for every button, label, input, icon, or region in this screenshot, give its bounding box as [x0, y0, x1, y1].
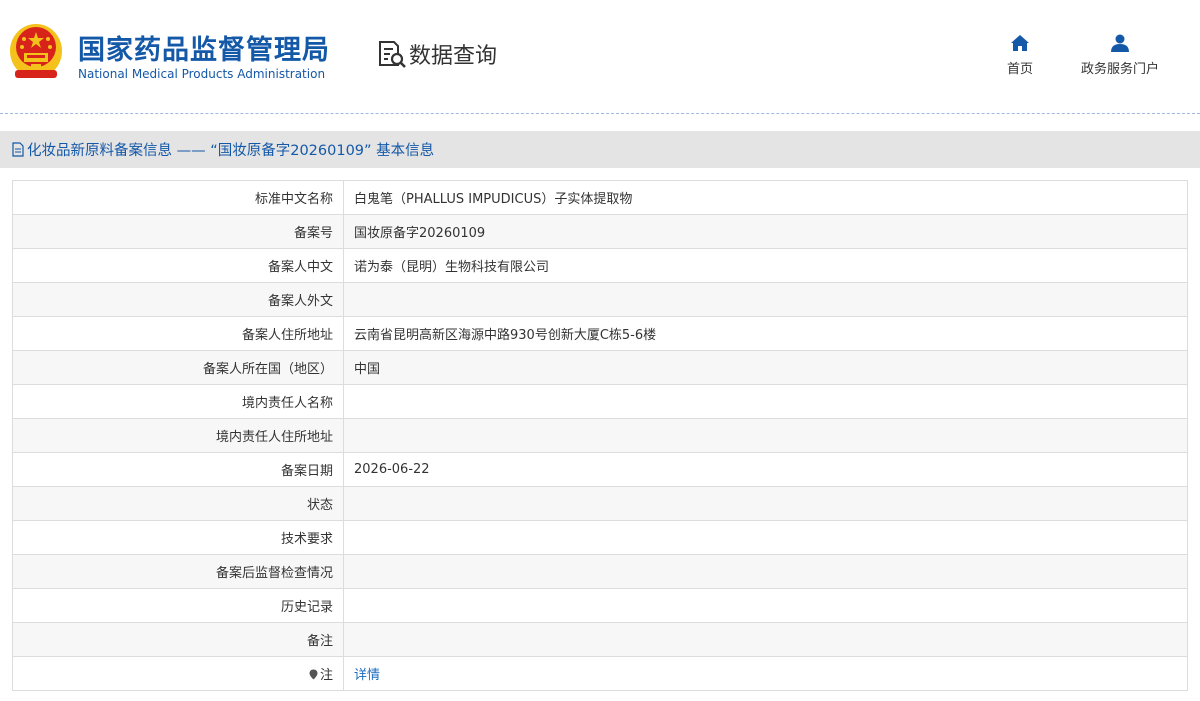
table-row: 备案人所在国（地区） 中国	[12, 350, 1188, 385]
table-row: 备注	[12, 622, 1188, 657]
row-value	[343, 418, 1188, 453]
row-value	[343, 554, 1188, 589]
row-label: 备案号	[12, 214, 344, 249]
row-label: 备案人住所地址	[12, 316, 344, 351]
row-label: 备案日期	[12, 452, 344, 487]
row-value: 国妆原备字20260109	[343, 214, 1188, 249]
row-label: 备案人外文	[12, 282, 344, 317]
data-query-label: 数据查询	[409, 44, 498, 69]
table-row: 备案人住所地址 云南省昆明高新区海源中路930号创新大厦C栋5-6楼	[12, 316, 1188, 351]
row-value	[343, 622, 1188, 657]
row-value: 白鬼笔（PHALLUS IMPUDICUS）子实体提取物	[343, 180, 1188, 215]
table-row: 状态	[12, 486, 1188, 521]
row-label: 历史记录	[12, 588, 344, 623]
row-value: 诺为泰（昆明）生物科技有限公司	[343, 248, 1188, 283]
row-label: 备注	[12, 622, 344, 657]
row-value	[343, 384, 1188, 419]
table-row: 境内责任人名称	[12, 384, 1188, 419]
home-icon	[1011, 35, 1029, 51]
header: 国家药品监督管理局 National Medical Products Admi…	[0, 0, 1200, 114]
row-value	[343, 520, 1188, 555]
org-name-cn: 国家药品监督管理局	[78, 35, 330, 66]
row-label: 技术要求	[12, 520, 344, 555]
row-label: 境内责任人住所地址	[12, 418, 344, 453]
table-row: 境内责任人住所地址	[12, 418, 1188, 453]
row-label: 标准中文名称	[12, 180, 344, 215]
nav-home[interactable]: 首页	[975, 34, 1065, 77]
org-name-en: National Medical Products Administration	[78, 67, 326, 81]
row-value	[343, 282, 1188, 317]
data-query-icon	[379, 41, 406, 68]
table-row: 注 详情	[12, 656, 1188, 691]
nav-gov-service-portal[interactable]: 政务服务门户	[1075, 34, 1165, 77]
document-icon	[12, 142, 24, 157]
nav-portal-label: 政务服务门户	[1080, 62, 1159, 77]
row-label: 备案人中文	[12, 248, 344, 283]
nav-home-label: 首页	[1006, 62, 1033, 77]
page-title-bar: 化妆品新原料备案信息 —— “国妆原备字20260109” 基本信息	[0, 131, 1200, 168]
table-row: 技术要求	[12, 520, 1188, 555]
details-link[interactable]: 详情	[354, 668, 380, 683]
row-label: 备案人所在国（地区）	[12, 350, 344, 385]
row-value	[343, 486, 1188, 521]
row-label: 境内责任人名称	[12, 384, 344, 419]
row-label: 备案后监督检查情况	[12, 554, 344, 589]
table-row: 备案人外文	[12, 282, 1188, 317]
table-row: 备案日期 2026-06-22	[12, 452, 1188, 487]
table-row: 备案号 国妆原备字20260109	[12, 214, 1188, 249]
user-icon	[1111, 34, 1129, 52]
table-row: 备案人中文 诺为泰（昆明）生物科技有限公司	[12, 248, 1188, 283]
table-row: 标准中文名称 白鬼笔（PHALLUS IMPUDICUS）子实体提取物	[12, 180, 1188, 215]
row-label-note: 注	[12, 656, 344, 691]
location-pin-icon	[309, 669, 318, 680]
row-label: 状态	[12, 486, 344, 521]
row-value: 中国	[343, 350, 1188, 385]
table-row: 备案后监督检查情况	[12, 554, 1188, 589]
page-title: 化妆品新原料备案信息 —— “国妆原备字20260109” 基本信息	[27, 143, 435, 159]
national-emblem-icon	[10, 24, 62, 78]
row-value: 2026-06-22	[343, 452, 1188, 487]
record-info-table: 标准中文名称 白鬼笔（PHALLUS IMPUDICUS）子实体提取物 备案号 …	[12, 180, 1188, 691]
note-label: 注	[319, 668, 333, 683]
row-value	[343, 588, 1188, 623]
row-value: 云南省昆明高新区海源中路930号创新大厦C栋5-6楼	[343, 316, 1188, 351]
row-value: 详情	[343, 656, 1188, 691]
table-row: 历史记录	[12, 588, 1188, 623]
data-query-section: 数据查询	[377, 38, 497, 70]
